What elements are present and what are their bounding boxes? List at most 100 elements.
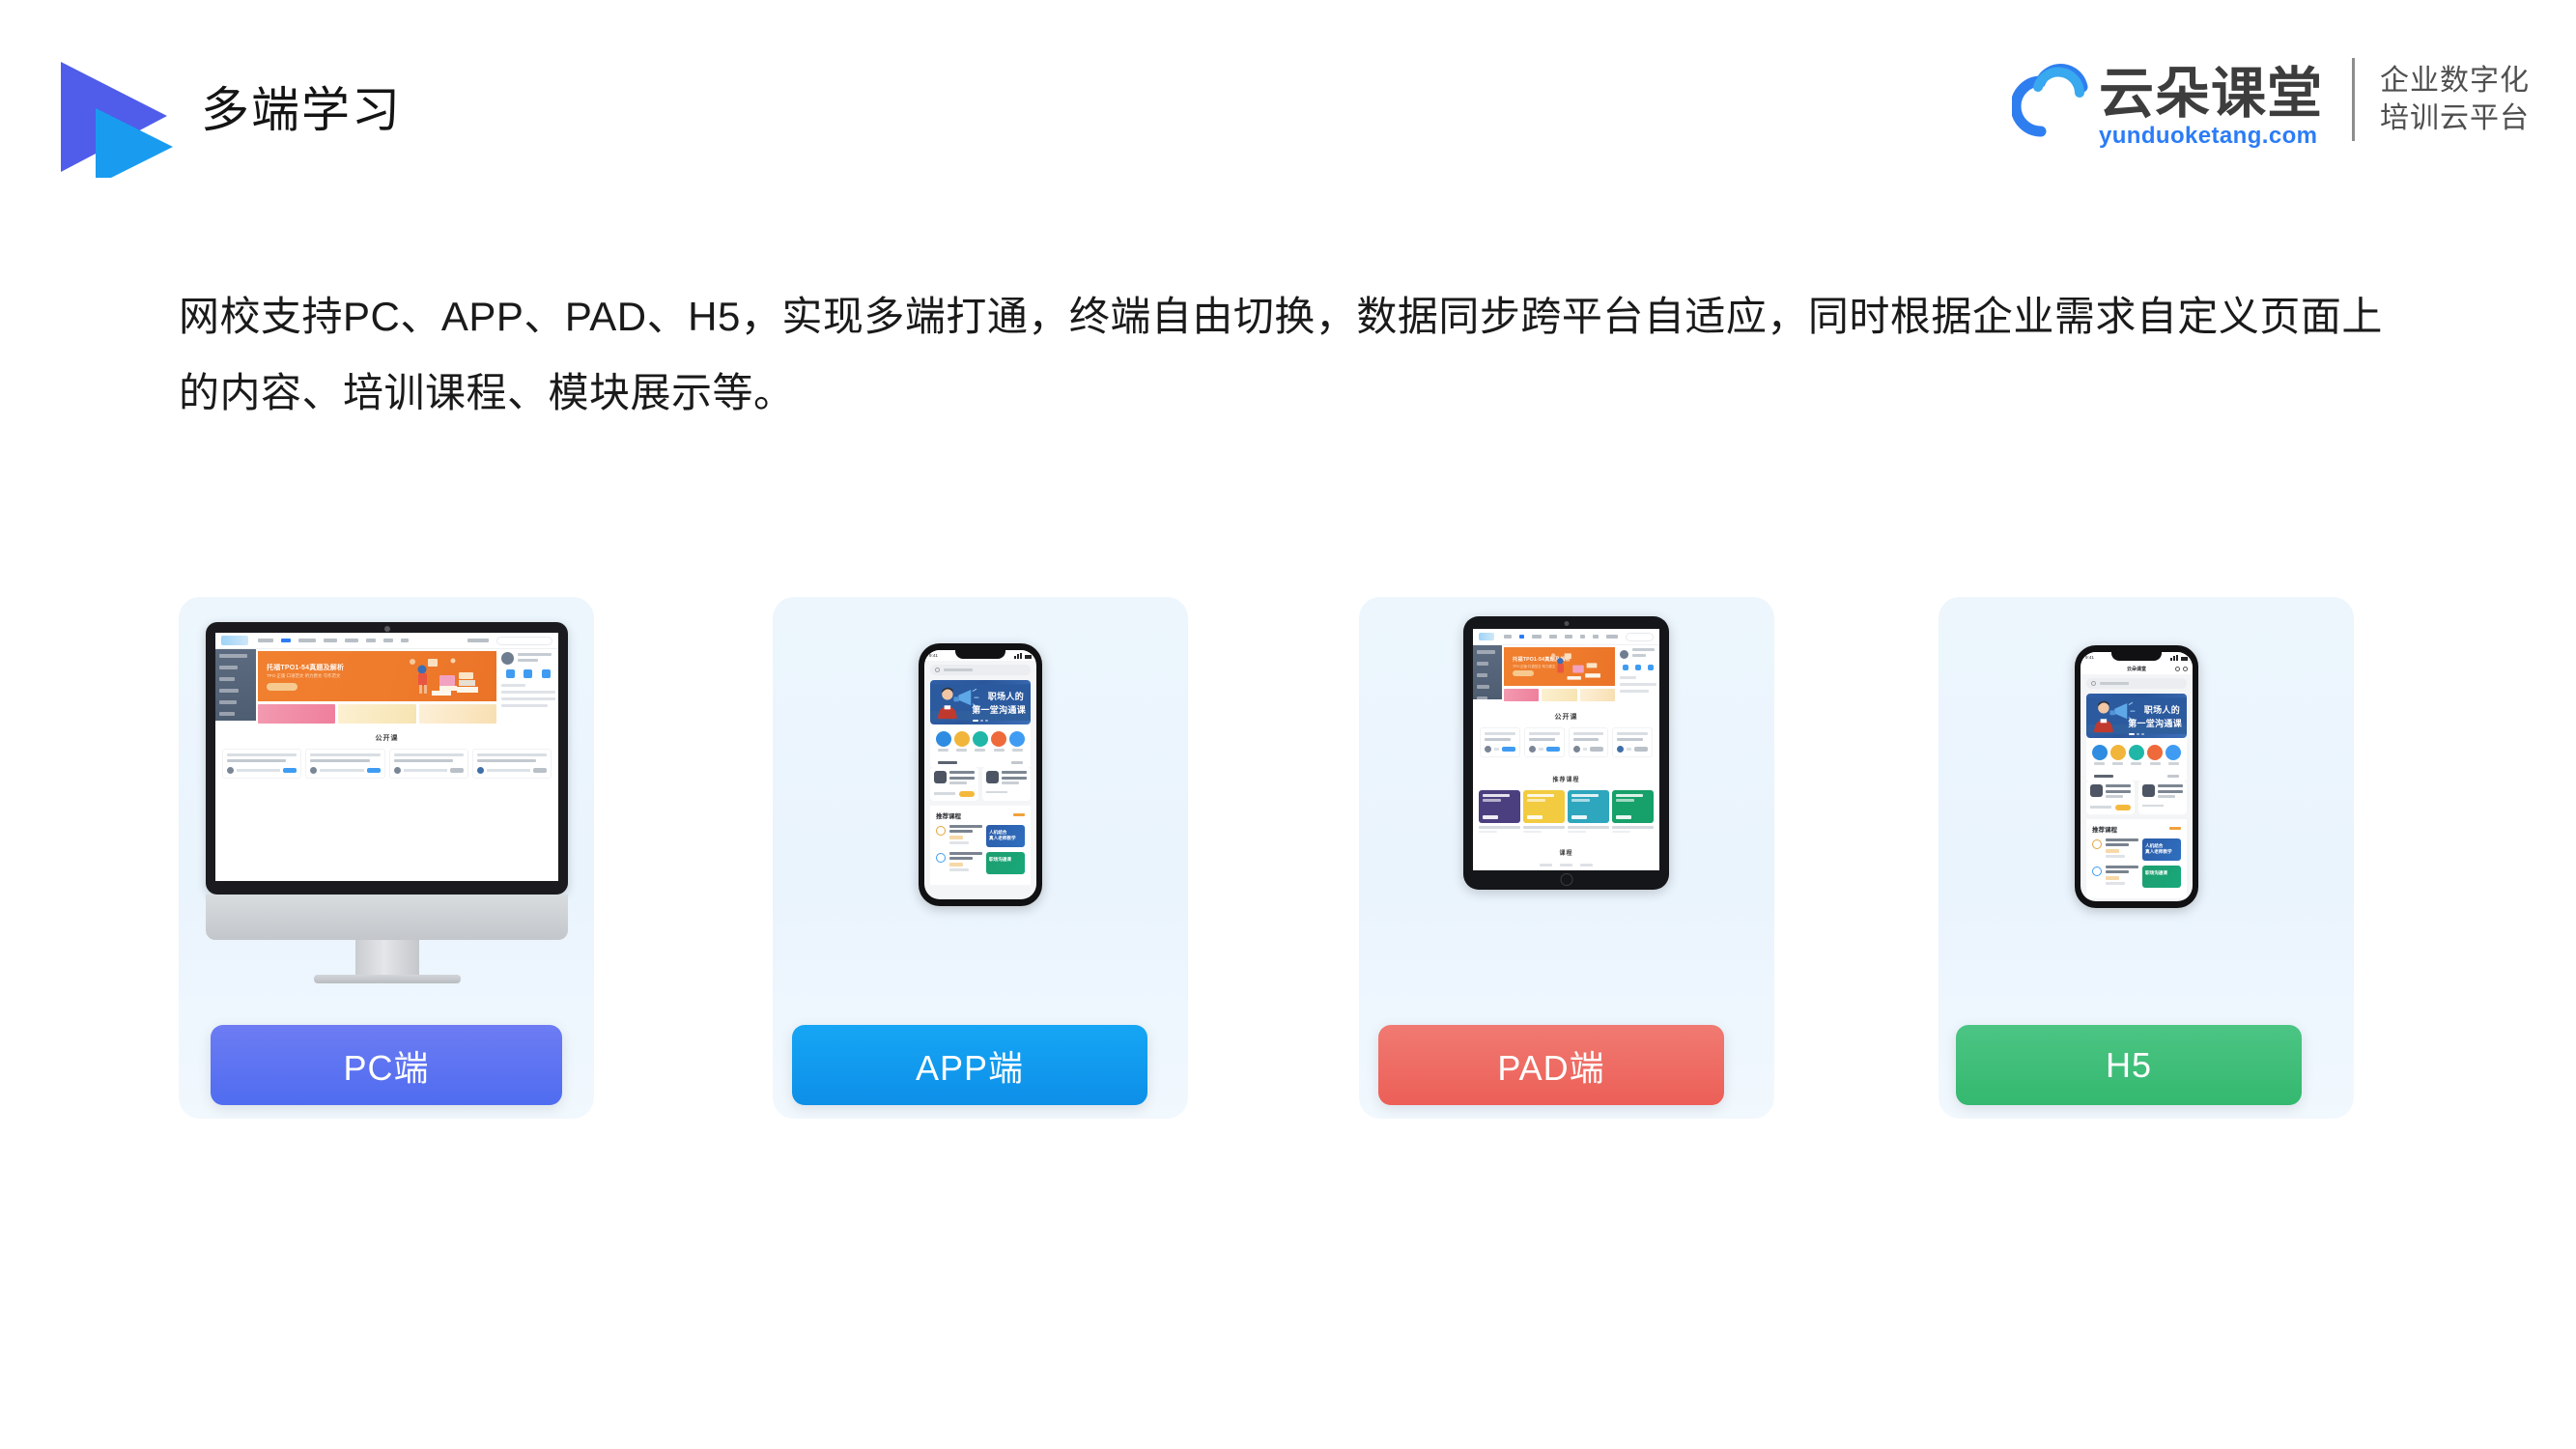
tablet-section-title: 课程 <box>1559 851 1573 857</box>
slide-root: 多端学习 云朵课堂 yunduoketang.com 企业数字化 培训云平台 网… <box>0 0 2576 1449</box>
web-hero-banner[interactable]: 托福TPO1-54真题及解析 TPO·正版·口语范文·听力原文 <box>1504 647 1615 686</box>
promo-tile[interactable] <box>1542 689 1577 701</box>
app-search-input[interactable] <box>930 665 1031 675</box>
promo-tile[interactable] <box>1579 689 1615 701</box>
quick-icon[interactable] <box>1647 665 1654 670</box>
more-dots-icon[interactable] <box>2175 666 2180 671</box>
promo-tile[interactable] <box>1504 689 1540 701</box>
tablet-screen: 托福TPO1-54真题及解析 TPO·正版·口语范文·听力原文 公开课 推荐课程… <box>1473 629 1659 870</box>
quick-icon[interactable] <box>505 669 515 678</box>
quick-icon[interactable] <box>524 669 533 678</box>
quick-entry-exam[interactable] <box>972 731 988 752</box>
more-link[interactable] <box>2169 827 2181 830</box>
course-tile[interactable] <box>1479 790 1520 833</box>
banner-pagination-dots[interactable] <box>2129 733 2144 735</box>
web-search-input[interactable] <box>1625 632 1654 641</box>
signal-wifi-battery-icon <box>1014 652 1032 659</box>
web-banner-cta[interactable] <box>267 683 297 691</box>
promo-tile[interactable] <box>258 704 336 724</box>
course-card[interactable] <box>1523 727 1565 757</box>
panel-quick-icons[interactable] <box>1620 665 1656 670</box>
h5-recommended-section: 推荐课程 人机结合 真人老师教学 职场沟通课 <box>2086 818 2187 898</box>
quick-entry-course[interactable] <box>2091 745 2108 765</box>
device-card-pad[interactable]: 托福TPO1-54真题及解析 TPO·正版·口语范文·听力原文 公开课 推荐课程… <box>1359 597 1774 1119</box>
course-tile[interactable] <box>1568 790 1609 833</box>
tablet-course-filter-tabs[interactable] <box>1473 864 1659 870</box>
cloud-icon <box>2010 58 2095 141</box>
web-banner-cta[interactable] <box>1513 670 1534 676</box>
book-icon <box>2091 745 2108 760</box>
open-course-item[interactable] <box>930 767 978 801</box>
banner-illustration <box>410 658 478 696</box>
app-hero-banner[interactable]: 职场人的 第一堂沟通课 <box>930 680 1031 724</box>
panel-quick-icons[interactable] <box>501 669 555 678</box>
recommended-course-item[interactable]: 职场沟通课 <box>936 851 1025 874</box>
device-label-pad[interactable]: PAD端 <box>1378 1025 1724 1105</box>
enroll-badge[interactable] <box>959 790 975 797</box>
recommended-course-item[interactable]: 人机结合 真人老师教学 <box>2092 838 2181 861</box>
promo-tile[interactable] <box>338 704 416 724</box>
h5-banner-line2: 第一堂沟通课 <box>2128 719 2182 728</box>
target-circle-icon[interactable] <box>2183 666 2188 671</box>
quick-entry-exam[interactable] <box>2128 745 2144 765</box>
quick-entry-material[interactable] <box>2166 745 2182 765</box>
enroll-badge[interactable] <box>2115 804 2131 810</box>
more-link[interactable] <box>1011 761 1023 764</box>
quick-icon[interactable] <box>1623 665 1629 670</box>
quick-entry-material[interactable] <box>1009 731 1026 752</box>
more-link[interactable] <box>2167 775 2179 778</box>
recommended-course-item[interactable]: 职场沟通课 <box>2092 865 2181 888</box>
thumb-line2: 真人老师教学 <box>989 835 1016 840</box>
open-course-item[interactable] <box>982 767 1031 801</box>
quick-entry-live[interactable] <box>2109 745 2126 765</box>
device-label-pc[interactable]: PC端 <box>211 1025 562 1105</box>
quick-icon[interactable] <box>542 669 552 678</box>
course-card[interactable] <box>1612 727 1653 757</box>
h5-hero-banner[interactable]: 职场人的 第一堂沟通课 <box>2086 694 2187 738</box>
banner-pagination-dots[interactable] <box>973 720 988 722</box>
quick-icon[interactable] <box>1634 665 1641 670</box>
course-card[interactable] <box>222 749 302 779</box>
web-search-input[interactable] <box>496 636 552 645</box>
filter-tab[interactable] <box>1540 864 1552 867</box>
web-logo-icon <box>221 636 248 645</box>
quick-entry-member[interactable] <box>2147 745 2164 765</box>
filter-tab[interactable] <box>1580 864 1593 867</box>
app-open-course-list <box>924 767 1036 801</box>
course-card[interactable] <box>305 749 385 779</box>
filter-tab[interactable] <box>1560 864 1572 867</box>
course-card[interactable] <box>1480 727 1520 757</box>
web-user-panel <box>498 649 558 721</box>
quick-entry-live[interactable] <box>953 731 970 752</box>
course-tile[interactable] <box>1612 790 1654 833</box>
device-card-pc[interactable]: 托福TPO1-54真题及解析 TPO·正版·口语范文·听力原文·写作范文 公开课… <box>179 597 594 1119</box>
tablet-home-button[interactable] <box>1560 873 1572 886</box>
h5-search-input[interactable] <box>2086 678 2187 689</box>
device-card-h5[interactable]: 9:41 云朵课堂 职场人的 第一堂沟通课 推荐课程 人机结合 真人老师教学 职… <box>1939 597 2354 1119</box>
device-label-app[interactable]: APP端 <box>792 1025 1147 1105</box>
open-course-item[interactable] <box>2138 781 2187 814</box>
section-title-open-course <box>938 760 957 764</box>
course-card[interactable] <box>388 749 468 779</box>
app-quick-entry-row <box>930 724 1031 755</box>
banner-illustration <box>930 684 1031 721</box>
quick-entry-course[interactable] <box>935 731 951 752</box>
section-title-recommended: 推荐课程 <box>936 812 961 820</box>
device-label-h5[interactable]: H5 <box>1956 1025 2302 1105</box>
course-thumb <box>986 771 999 783</box>
quick-entry-member[interactable] <box>991 731 1007 752</box>
promo-tile[interactable] <box>418 704 496 724</box>
course-card[interactable] <box>471 749 552 779</box>
web-hero-banner[interactable]: 托福TPO1-54真题及解析 TPO·正版·口语范文·听力原文·写作范文 <box>258 651 496 701</box>
web-section-header: 公开课 <box>215 721 558 749</box>
smile-icon <box>953 731 970 747</box>
device-card-app[interactable]: 9:41 职场人的 第一堂沟通课 推荐课程 人机结合 真人老师教学 职场沟通课 … <box>773 597 1188 1119</box>
recommended-course-item[interactable]: 人机结合 真人老师教学 <box>936 824 1025 847</box>
doc-icon <box>2166 745 2182 760</box>
brand-tagline-line2: 培训云平台 <box>2380 102 2530 134</box>
course-tile[interactable] <box>1523 790 1565 833</box>
phone-notch <box>2111 652 2162 661</box>
more-link[interactable] <box>1013 813 1025 816</box>
course-card[interactable] <box>1568 727 1609 757</box>
open-course-item[interactable] <box>2086 781 2135 814</box>
